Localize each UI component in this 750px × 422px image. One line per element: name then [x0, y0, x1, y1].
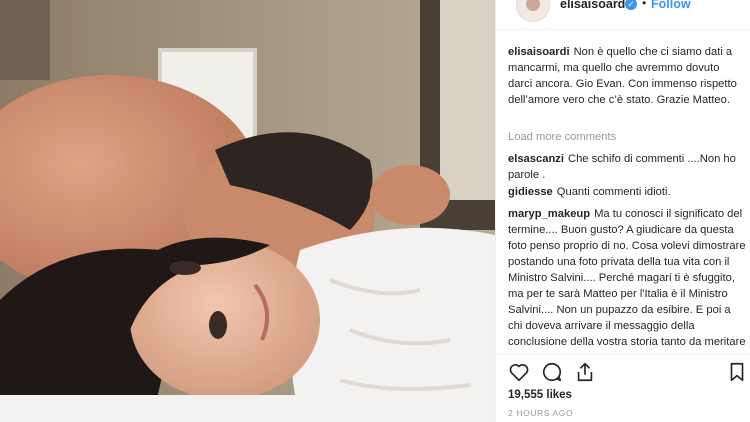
comment-text: Ma tu conosci il significato del termine… — [508, 208, 746, 354]
comments-list[interactable]: elisaisoardi Non è quello che ci siamo da… — [496, 30, 750, 354]
avatar[interactable] — [516, 0, 550, 22]
load-more-comments-link[interactable]: Load more comments — [508, 131, 616, 143]
comment-text: Quanti commenti idioti. — [556, 186, 671, 198]
header-username[interactable]: elisaisoardi — [560, 0, 629, 11]
action-bar: 19,555 likes 2 HOURS AGO — [496, 354, 750, 422]
caption: elisaisoardi Non è quello che ci siamo da… — [508, 44, 746, 108]
comment: elsascanzi Che schifo di commenti ....Non… — [508, 151, 746, 183]
header-separator: • — [642, 0, 647, 10]
comment: gidiesse Quanti commenti idioti. — [508, 184, 746, 200]
follow-button[interactable]: Follow — [651, 0, 691, 11]
comment-username[interactable]: gidiesse — [508, 186, 553, 198]
instagram-post: elisaisoardi ✓ • Follow elisaisoardi Non … — [0, 0, 750, 422]
comment-username[interactable]: elsascanzi — [508, 153, 564, 165]
comment-bubble-icon[interactable] — [541, 361, 563, 383]
heart-icon[interactable] — [508, 361, 530, 383]
bookmark-icon[interactable] — [726, 361, 748, 383]
post-photo[interactable] — [0, 0, 495, 422]
comment: maryp_makeup Ma tu conosci il significato… — [508, 206, 746, 354]
caption-username[interactable]: elisaisoardi — [508, 46, 570, 58]
selfie-photo-illustration — [0, 0, 495, 422]
post-header: elisaisoardi ✓ • Follow — [496, 0, 750, 30]
share-icon[interactable] — [574, 361, 596, 383]
verified-badge-icon: ✓ — [625, 0, 637, 10]
comment-username[interactable]: maryp_makeup — [508, 208, 590, 220]
post-sidebar: elisaisoardi ✓ • Follow elisaisoardi Non … — [495, 0, 750, 422]
like-count[interactable]: 19,555 likes — [508, 389, 572, 401]
post-timestamp: 2 HOURS AGO — [508, 408, 574, 418]
